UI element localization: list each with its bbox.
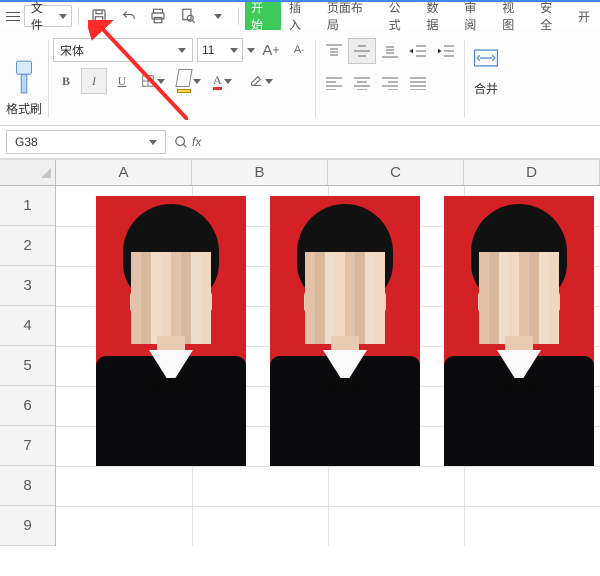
caret-down-icon xyxy=(230,48,238,53)
print-icon[interactable] xyxy=(144,4,172,28)
caret-down-icon[interactable] xyxy=(247,48,255,53)
font-size-selector[interactable]: 11 xyxy=(197,38,243,62)
italic-button[interactable]: I xyxy=(81,68,107,94)
tab-insert[interactable]: 插入 xyxy=(283,2,319,30)
font-name-selector[interactable]: 宋体 xyxy=(53,38,193,62)
row-header[interactable]: 8 xyxy=(0,466,55,506)
tab-formulas[interactable]: 公式 xyxy=(383,2,419,30)
increase-font-size-icon[interactable]: A+ xyxy=(259,38,283,62)
underline-button[interactable]: U xyxy=(109,68,135,94)
align-top-icon[interactable] xyxy=(320,38,348,64)
save-icon[interactable] xyxy=(85,4,113,28)
column-header-d[interactable]: D xyxy=(464,160,600,185)
divider xyxy=(315,40,316,117)
align-left-icon[interactable] xyxy=(320,70,348,96)
column-header-c[interactable]: C xyxy=(328,160,464,185)
merge-cells-icon[interactable] xyxy=(469,38,503,78)
format-painter-label: 格式刷 xyxy=(6,100,42,117)
caret-down-icon xyxy=(214,14,222,19)
tab-data[interactable]: 数据 xyxy=(420,2,456,30)
hamburger-icon[interactable] xyxy=(4,7,22,25)
select-all-corner[interactable] xyxy=(0,160,56,185)
formula-input[interactable] xyxy=(209,130,594,154)
caret-down-icon xyxy=(157,79,165,84)
tab-view[interactable]: 视图 xyxy=(496,2,532,30)
row-header[interactable]: 7 xyxy=(0,426,55,466)
file-menu-button[interactable]: 文件 xyxy=(24,5,72,27)
name-box[interactable]: G38 xyxy=(6,130,166,154)
embedded-image[interactable] xyxy=(444,196,594,466)
row-header[interactable]: 2 xyxy=(0,226,55,266)
divider xyxy=(48,40,49,117)
clear-format-button[interactable] xyxy=(245,68,279,94)
font-color-button[interactable]: A xyxy=(209,68,243,94)
spreadsheet-grid[interactable]: A B C D 1 2 3 4 5 6 7 8 9 xyxy=(0,160,600,546)
decrease-font-size-icon[interactable]: A- xyxy=(287,38,311,62)
divider xyxy=(464,40,465,117)
caret-down-icon xyxy=(178,48,186,53)
format-painter-icon[interactable] xyxy=(7,58,41,98)
font-size-value: 11 xyxy=(202,43,214,57)
caret-down-icon xyxy=(224,79,232,84)
align-center-icon[interactable] xyxy=(348,70,376,96)
cell-reference: G38 xyxy=(15,135,38,149)
caret-down-icon xyxy=(59,14,67,19)
merge-cells-label: 合并 xyxy=(474,80,498,97)
tab-page-layout[interactable]: 页面布局 xyxy=(321,2,381,30)
indent-decrease-icon[interactable] xyxy=(404,38,432,64)
embedded-image[interactable] xyxy=(270,196,420,466)
align-right-icon[interactable] xyxy=(376,70,404,96)
embedded-image[interactable] xyxy=(96,196,246,466)
row-header[interactable]: 5 xyxy=(0,346,55,386)
row-header[interactable]: 4 xyxy=(0,306,55,346)
caret-down-icon xyxy=(193,79,201,84)
column-header-a[interactable]: A xyxy=(56,160,192,185)
caret-down-icon xyxy=(265,79,273,84)
tab-home[interactable]: 开始 xyxy=(245,2,281,30)
bold-button[interactable]: B xyxy=(53,68,79,94)
ribbon: 格式刷 宋体 11 A+ A- B I U xyxy=(0,30,600,126)
tab-more-cut[interactable]: 开 xyxy=(572,2,596,30)
row-header[interactable]: 1 xyxy=(0,186,55,226)
fill-color-button[interactable] xyxy=(173,68,207,94)
row-header[interactable]: 6 xyxy=(0,386,55,426)
file-menu-label: 文件 xyxy=(31,0,55,33)
row-header[interactable]: 9 xyxy=(0,506,55,546)
quick-access-more[interactable] xyxy=(204,4,232,28)
caret-down-icon xyxy=(149,140,157,145)
insert-function-icon[interactable]: fx xyxy=(174,135,201,149)
row-header[interactable]: 3 xyxy=(0,266,55,306)
align-bottom-icon[interactable] xyxy=(376,38,404,64)
font-name-value: 宋体 xyxy=(60,42,84,59)
divider xyxy=(78,7,79,25)
tab-security[interactable]: 安全 xyxy=(534,2,570,30)
divider xyxy=(238,7,239,25)
align-justify-icon[interactable] xyxy=(404,70,432,96)
print-preview-icon[interactable] xyxy=(174,4,202,28)
border-button[interactable] xyxy=(137,68,171,94)
align-middle-icon[interactable] xyxy=(348,38,376,64)
tab-review[interactable]: 审阅 xyxy=(458,2,494,30)
merge-cells-group: 合并 xyxy=(467,34,505,123)
indent-increase-icon[interactable] xyxy=(432,38,460,64)
undo-icon[interactable] xyxy=(115,4,143,28)
format-painter-group: 格式刷 xyxy=(2,34,46,123)
column-header-b[interactable]: B xyxy=(192,160,328,185)
